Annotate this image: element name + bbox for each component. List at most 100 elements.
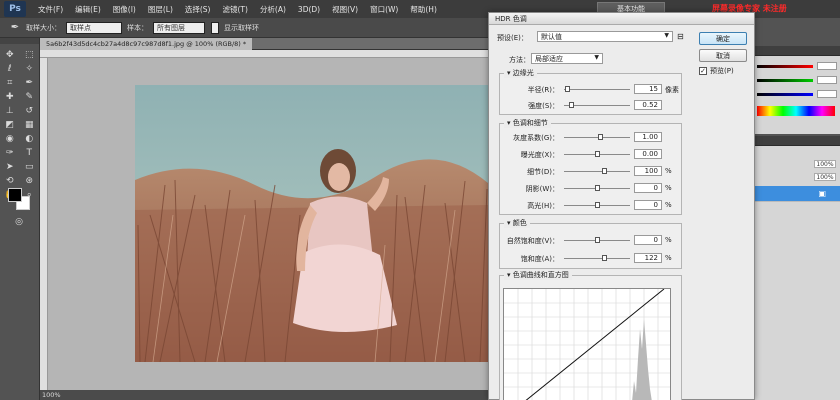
strength-slider-thumb[interactable] bbox=[568, 102, 574, 108]
menu-file[interactable]: 文件(F) bbox=[32, 4, 69, 15]
sample-size-select[interactable]: 取样点 bbox=[66, 21, 122, 34]
quick-mask-icon[interactable]: ◎ bbox=[12, 216, 26, 228]
magic-wand-icon[interactable]: ✧ bbox=[22, 63, 36, 75]
blue-value[interactable] bbox=[817, 90, 837, 98]
gamma-label: 灰度系数(G)： bbox=[513, 134, 559, 142]
radius-slider-track[interactable] bbox=[564, 89, 630, 90]
document-tab-bar: 5a6b2f43d5dc4cb27a4d8c97c987d8f1.jpg @ 1… bbox=[40, 38, 488, 50]
menu-help[interactable]: 帮助(H) bbox=[404, 4, 443, 15]
color-panel-tabs[interactable] bbox=[755, 46, 840, 56]
radius-value-field[interactable]: 15 bbox=[634, 84, 662, 94]
highlight-value-field[interactable]: 0 bbox=[634, 200, 662, 210]
3d-orbit-icon[interactable]: ⊛ bbox=[22, 175, 36, 187]
method-select[interactable]: 局部适应 ▼ bbox=[531, 53, 603, 64]
layer-row-background[interactable]: ▣ bbox=[755, 186, 840, 202]
menu-select[interactable]: 选择(S) bbox=[179, 4, 217, 15]
exposure-slider-thumb[interactable] bbox=[595, 151, 600, 157]
saturation-value-field[interactable]: 122 bbox=[634, 253, 662, 263]
menu-filter[interactable]: 滤镜(T) bbox=[217, 4, 254, 15]
dialog-title[interactable]: HDR 色调 bbox=[489, 13, 754, 25]
document-photo[interactable] bbox=[135, 85, 488, 362]
color-spectrum[interactable] bbox=[757, 106, 835, 116]
marquee-tool-icon[interactable]: ⬚ bbox=[22, 49, 36, 61]
lasso-tool-icon[interactable]: ℓ bbox=[3, 63, 17, 75]
fill-field[interactable]: 100% bbox=[814, 173, 836, 181]
show-ring-checkbox[interactable] bbox=[211, 21, 219, 34]
gamma-slider-track[interactable] bbox=[564, 137, 630, 138]
blue-slider[interactable] bbox=[757, 93, 813, 96]
exposure-value-field[interactable]: 0.00 bbox=[634, 149, 662, 159]
path-select-icon[interactable]: ➤ bbox=[3, 161, 17, 173]
radius-param: 半径(R)： 15 像素 bbox=[500, 83, 683, 95]
photoshop-logo: Ps bbox=[4, 1, 26, 17]
move-tool-icon[interactable]: ✥ bbox=[3, 49, 17, 61]
shadow-unit: % bbox=[665, 184, 672, 192]
preset-options-icon[interactable]: ⊟ bbox=[677, 32, 684, 41]
shadow-slider-thumb[interactable] bbox=[595, 185, 600, 191]
dodge-tool-icon[interactable]: ◐ bbox=[22, 133, 36, 145]
saturation-slider-thumb[interactable] bbox=[602, 255, 608, 261]
menu-layer[interactable]: 图层(L) bbox=[142, 4, 179, 15]
stamp-tool-icon[interactable]: ⊥ bbox=[3, 105, 17, 117]
vibrance-value-field[interactable]: 0 bbox=[634, 235, 662, 245]
3d-rotate-icon[interactable]: ⟲ bbox=[3, 175, 17, 187]
red-value[interactable] bbox=[817, 62, 837, 70]
curve-group-title: ▾ 色调曲线和直方图 bbox=[504, 270, 572, 280]
pen-tool-icon[interactable]: ✑ bbox=[3, 147, 17, 159]
radius-slider-thumb[interactable] bbox=[565, 86, 571, 92]
menu-edit[interactable]: 编辑(E) bbox=[69, 4, 107, 15]
preview-checkbox[interactable]: ✓ 预览(P) bbox=[699, 66, 734, 76]
green-slider[interactable] bbox=[757, 79, 813, 82]
blur-tool-icon[interactable]: ◉ bbox=[3, 133, 17, 145]
vibrance-slider-thumb[interactable] bbox=[595, 237, 600, 243]
zoom-readout[interactable]: 100% bbox=[42, 391, 61, 399]
type-tool-icon[interactable]: T bbox=[22, 147, 36, 159]
highlight-slider-thumb[interactable] bbox=[595, 202, 600, 208]
menu-image[interactable]: 图像(I) bbox=[107, 4, 142, 15]
highlight-param: 高光(H)： 0% bbox=[500, 199, 683, 211]
shadow-value-field[interactable]: 0 bbox=[634, 183, 662, 193]
document-tab[interactable]: 5a6b2f43d5dc4cb27a4d8c97c987d8f1.jpg @ 1… bbox=[40, 38, 253, 50]
red-slider[interactable] bbox=[757, 65, 813, 68]
strength-slider-track[interactable] bbox=[564, 105, 630, 106]
saturation-param: 饱和度(A)： 122% bbox=[500, 252, 683, 264]
preset-value: 默认值 bbox=[541, 32, 562, 41]
menu-window[interactable]: 窗口(W) bbox=[364, 4, 404, 15]
eraser-tool-icon[interactable]: ◩ bbox=[3, 119, 17, 131]
foreground-color-swatch[interactable] bbox=[8, 188, 22, 202]
shadow-label: 阴影(W)： bbox=[525, 185, 559, 193]
toolbox-grip[interactable] bbox=[0, 38, 39, 44]
green-value[interactable] bbox=[817, 76, 837, 84]
menu-analysis[interactable]: 分析(A) bbox=[254, 4, 292, 15]
strength-param: 强度(S)： 0.52 bbox=[500, 99, 683, 111]
cancel-button[interactable]: 取消 bbox=[699, 49, 747, 62]
brush-tool-icon[interactable]: ✎ bbox=[22, 91, 36, 103]
tone-curve-graph[interactable] bbox=[503, 288, 671, 400]
preset-select[interactable]: 默认值 ▼ bbox=[537, 31, 673, 42]
menu-3d[interactable]: 3D(D) bbox=[292, 5, 326, 14]
detail-slider-thumb[interactable] bbox=[601, 168, 607, 174]
opacity-field[interactable]: 100% bbox=[814, 160, 836, 168]
history-brush-icon[interactable]: ↺ bbox=[22, 105, 36, 117]
right-panels: 100% 100% ▣ bbox=[755, 18, 840, 400]
radius-unit: 像素 bbox=[665, 86, 679, 94]
healing-brush-icon[interactable]: ✚ bbox=[3, 91, 17, 103]
gamma-slider-thumb[interactable] bbox=[598, 134, 604, 140]
ok-button[interactable]: 确定 bbox=[699, 32, 747, 45]
saturation-slider-track[interactable] bbox=[564, 258, 630, 259]
layers-panel-tabs[interactable] bbox=[755, 136, 840, 146]
detail-slider-track[interactable] bbox=[564, 171, 630, 172]
gamma-value-field[interactable]: 1.00 bbox=[634, 132, 662, 142]
strength-value-field[interactable]: 0.52 bbox=[634, 100, 662, 110]
eyedropper-icon[interactable]: ✒ bbox=[6, 21, 24, 35]
crop-tool-icon[interactable]: ⌗ bbox=[3, 77, 17, 89]
detail-value-field[interactable]: 100 bbox=[634, 166, 662, 176]
vertical-ruler bbox=[40, 58, 48, 390]
sample-select[interactable]: 所有图层 bbox=[153, 21, 205, 34]
shape-tool-icon[interactable]: ▭ bbox=[22, 161, 36, 173]
eyedropper-tool-icon[interactable]: ✒ bbox=[22, 77, 36, 89]
strength-label: 强度(S)： bbox=[528, 102, 559, 110]
menu-view[interactable]: 视图(V) bbox=[326, 4, 364, 15]
options-bar: ✒ 取样大小： 取样点 样本： 所有图层 显示取样环 bbox=[0, 18, 488, 38]
gradient-tool-icon[interactable]: ▦ bbox=[22, 119, 36, 131]
